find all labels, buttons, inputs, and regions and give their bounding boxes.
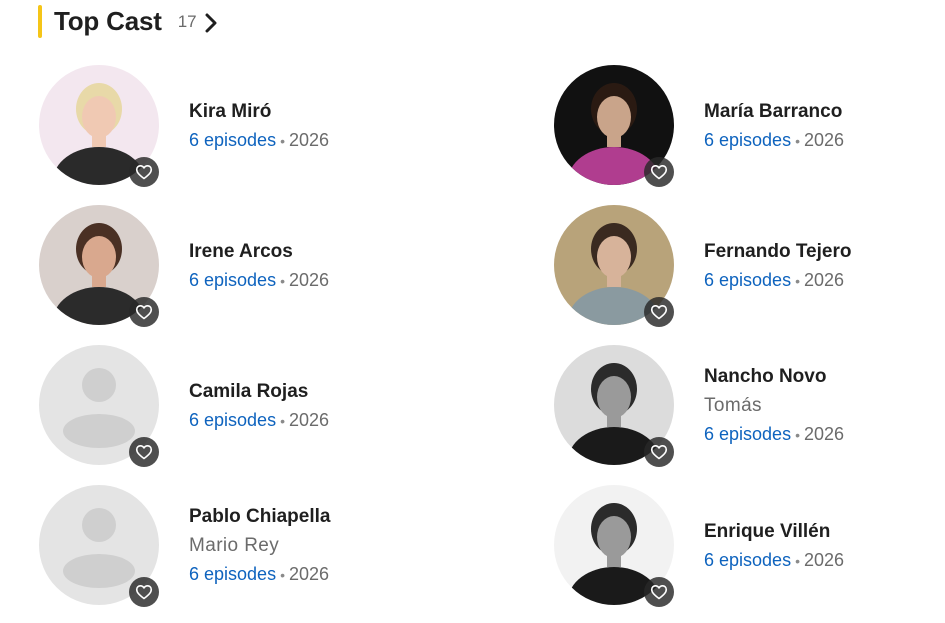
- add-to-favorites-button[interactable]: [644, 437, 674, 467]
- episodes-link[interactable]: 6 episodes: [704, 130, 791, 150]
- year: 2026: [288, 269, 330, 290]
- character-name: Mario Rey: [189, 535, 280, 556]
- year: 2026: [803, 424, 845, 444]
- episodes-link[interactable]: 6 episodes: [704, 270, 791, 290]
- heart-outline-icon: [650, 304, 668, 320]
- heart-outline-icon: [135, 444, 153, 460]
- separator-dot: •: [280, 272, 285, 289]
- actor-name[interactable]: Nancho Novo: [704, 364, 945, 390]
- separator-dot: •: [795, 427, 800, 443]
- actor-name[interactable]: Kira Miró: [189, 99, 459, 125]
- separator-dot: •: [280, 567, 285, 583]
- cast-meta: 6 episodes • 2026: [189, 407, 459, 434]
- year: 2026: [803, 269, 845, 290]
- actor-name[interactable]: Irene Arcos: [189, 239, 459, 265]
- separator-dot: •: [280, 412, 285, 429]
- avatar-wrap: [39, 485, 161, 607]
- actor-name[interactable]: Fernando Tejero: [704, 239, 945, 265]
- cast-meta: 6 episodes • 2026: [189, 127, 459, 154]
- heart-outline-icon: [135, 164, 153, 180]
- cast-info: Irene Arcos 6 episodes • 2026: [189, 205, 459, 327]
- episodes-link[interactable]: 6 episodes: [189, 410, 276, 430]
- cast-meta: 6 episodes • 2026: [704, 421, 945, 448]
- year: 2026: [803, 129, 845, 150]
- add-to-favorites-button[interactable]: [129, 437, 159, 467]
- add-to-favorites-button[interactable]: [644, 297, 674, 327]
- heart-outline-icon: [650, 444, 668, 460]
- cast-meta: 6 episodes • 2026: [189, 267, 459, 294]
- avatar-wrap: [554, 65, 676, 187]
- year: 2026: [288, 409, 330, 430]
- add-to-favorites-button[interactable]: [644, 157, 674, 187]
- avatar-wrap: [554, 485, 676, 607]
- add-to-favorites-button[interactable]: [129, 297, 159, 327]
- heart-outline-icon: [650, 164, 668, 180]
- episodes-link[interactable]: 6 episodes: [704, 550, 791, 570]
- episodes-link[interactable]: 6 episodes: [704, 424, 791, 444]
- separator-dot: •: [280, 132, 285, 149]
- year: 2026: [288, 129, 330, 150]
- add-to-favorites-button[interactable]: [644, 577, 674, 607]
- avatar-wrap: [554, 205, 676, 327]
- actor-name[interactable]: María Barranco: [704, 99, 945, 125]
- cast-info: Fernando Tejero 6 episodes • 2026: [704, 205, 945, 327]
- add-to-favorites-button[interactable]: [129, 577, 159, 607]
- heart-outline-icon: [135, 304, 153, 320]
- actor-name[interactable]: Camila Rojas: [189, 379, 459, 405]
- add-to-favorites-button[interactable]: [129, 157, 159, 187]
- cast-info: Camila Rojas 6 episodes • 2026: [189, 345, 459, 467]
- episodes-link[interactable]: 6 episodes: [189, 270, 276, 290]
- separator-dot: •: [795, 552, 800, 569]
- cast-list: Kira Miró 6 episodes • 2026 María Barranco 6 …: [0, 0, 945, 623]
- year: 2026: [803, 549, 845, 570]
- cast-info: Enrique Villén 6 episodes • 2026: [704, 485, 945, 607]
- separator-dot: •: [795, 272, 800, 289]
- avatar-wrap: [39, 205, 161, 327]
- cast-info: Kira Miró 6 episodes • 2026: [189, 65, 459, 187]
- cast-item: Nancho Novo Tomás 6 episodes • 2026: [554, 345, 945, 467]
- cast-info: María Barranco 6 episodes • 2026: [704, 65, 945, 187]
- cast-item: María Barranco 6 episodes • 2026: [554, 65, 945, 187]
- cast-item: Kira Miró 6 episodes • 2026: [39, 65, 459, 187]
- cast-item: Enrique Villén 6 episodes • 2026: [554, 485, 945, 607]
- cast-item: Camila Rojas 6 episodes • 2026: [39, 345, 459, 467]
- heart-outline-icon: [650, 584, 668, 600]
- avatar-wrap: [39, 65, 161, 187]
- cast-meta: 6 episodes • 2026: [704, 127, 945, 154]
- avatar-wrap: [39, 345, 161, 467]
- actor-name[interactable]: Pablo Chiapella: [189, 504, 459, 530]
- heart-outline-icon: [135, 584, 153, 600]
- actor-name[interactable]: Enrique Villén: [704, 519, 945, 545]
- cast-meta: 6 episodes • 2026: [704, 547, 945, 574]
- avatar-wrap: [554, 345, 676, 467]
- character-name: Tomás: [704, 395, 762, 416]
- cast-meta: 6 episodes • 2026: [704, 267, 945, 294]
- cast-meta: 6 episodes • 2026: [189, 561, 459, 588]
- cast-info: Pablo Chiapella Mario Rey 6 episodes • 2026: [189, 485, 459, 607]
- year: 2026: [288, 564, 330, 584]
- cast-item: Fernando Tejero 6 episodes • 2026: [554, 205, 945, 327]
- cast-item: Pablo Chiapella Mario Rey 6 episodes • 2026: [39, 485, 459, 607]
- cast-item: Irene Arcos 6 episodes • 2026: [39, 205, 459, 327]
- episodes-link[interactable]: 6 episodes: [189, 564, 276, 584]
- separator-dot: •: [795, 132, 800, 149]
- episodes-link[interactable]: 6 episodes: [189, 130, 276, 150]
- cast-info: Nancho Novo Tomás 6 episodes • 2026: [704, 345, 945, 467]
